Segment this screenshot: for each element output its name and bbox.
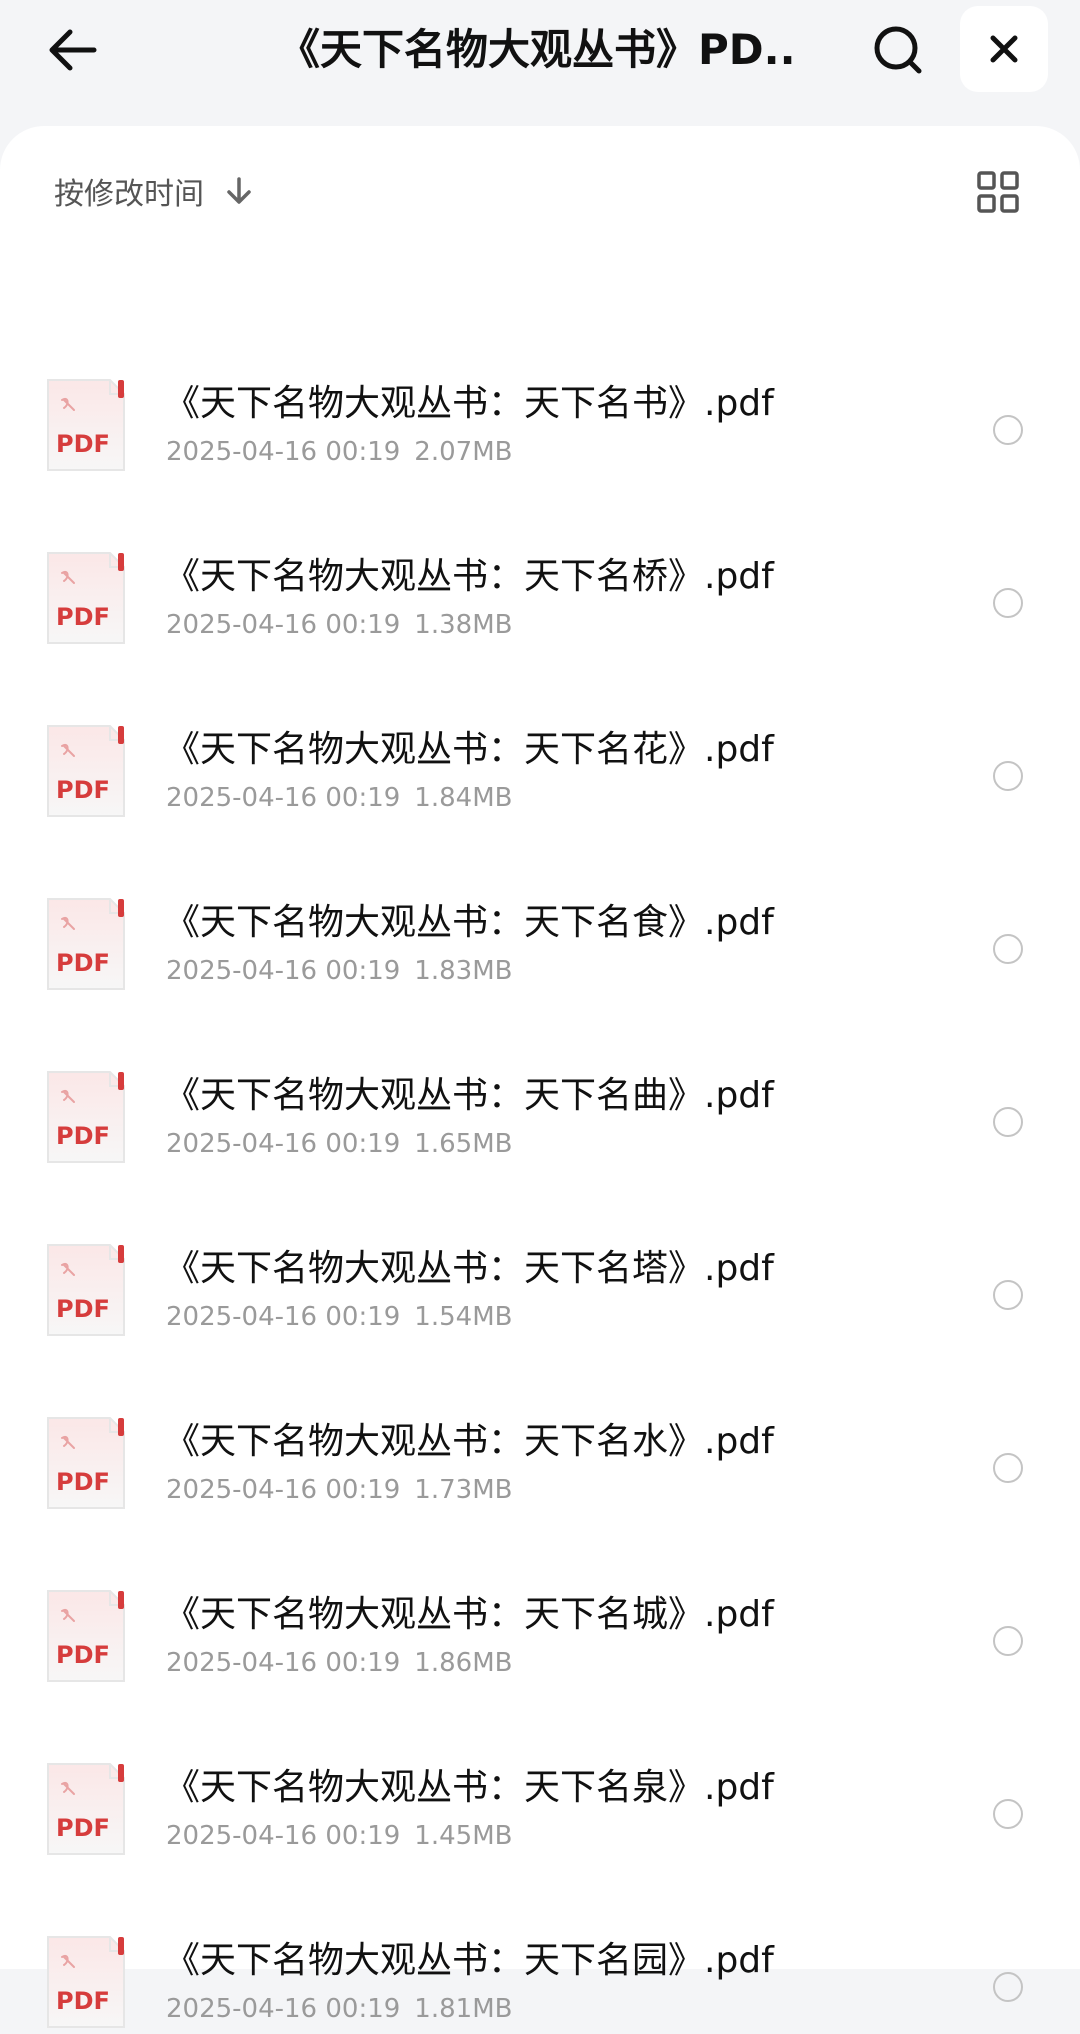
svg-text:PDF: PDF [56, 1987, 110, 2015]
file-size: 1.84MB [414, 783, 513, 813]
sort-label: 按修改时间 [54, 177, 204, 212]
file-date: 2025-04-16 00:19 [166, 1648, 401, 1678]
file-name: 《天下名物大观丛书：天下名城》.pdf [164, 1594, 774, 1635]
file-meta: 2025-04-16 00:19 1.73MB [166, 1473, 512, 1507]
select-radio[interactable] [993, 934, 1023, 964]
file-date: 2025-04-16 00:19 [166, 610, 401, 640]
file-size: 1.65MB [414, 1129, 513, 1159]
select-radio[interactable] [993, 1453, 1023, 1483]
grid-view-icon [977, 171, 1019, 213]
file-meta: 2025-04-16 00:19 1.84MB [166, 781, 512, 815]
select-radio[interactable] [993, 761, 1023, 791]
svg-text:PDF: PDF [56, 1468, 110, 1496]
file-meta: 2025-04-16 00:19 1.86MB [166, 1646, 512, 1680]
file-list-item[interactable]: PDF 《天下名物大观丛书：天下名曲》.pdf 2025-04-16 00:19… [0, 996, 1080, 1169]
file-name: 《天下名物大观丛书：天下名泉》.pdf [164, 1767, 774, 1808]
pdf-file-icon: PDF [47, 1244, 125, 1336]
file-date: 2025-04-16 00:19 [166, 956, 401, 986]
file-list-item[interactable]: PDF 《天下名物大观丛书：天下名水》.pdf 2025-04-16 00:19… [0, 1342, 1080, 1515]
file-meta: 2025-04-16 00:19 1.54MB [166, 1300, 512, 1334]
file-size: 2.07MB [414, 437, 513, 467]
file-name: 《天下名物大观丛书：天下名桥》.pdf [164, 556, 774, 597]
file-list: PDF 《天下名物大观丛书：天下名书》.pdf 2025-04-16 00:19… [0, 304, 1080, 2034]
select-radio[interactable] [993, 1280, 1023, 1310]
file-date: 2025-04-16 00:19 [166, 1302, 401, 1332]
file-size: 1.45MB [414, 1821, 513, 1851]
file-size: 1.83MB [414, 956, 513, 986]
file-list-panel: 按修改时间 PDF 《天下名物大观丛书：天下名书》.pdf 2025-04-16… [0, 126, 1080, 2028]
file-list-item[interactable]: PDF 《天下名物大观丛书：天下名书》.pdf 2025-04-16 00:19… [0, 304, 1080, 477]
file-date: 2025-04-16 00:19 [166, 437, 401, 467]
file-size: 1.73MB [414, 1475, 513, 1505]
select-radio[interactable] [993, 415, 1023, 445]
svg-text:PDF: PDF [56, 1641, 110, 1669]
file-meta: 2025-04-16 00:19 1.65MB [166, 1127, 512, 1161]
pdf-file-icon: PDF [47, 379, 125, 471]
file-name: 《天下名物大观丛书：天下名花》.pdf [164, 729, 774, 770]
file-list-item[interactable]: PDF 《天下名物大观丛书：天下名食》.pdf 2025-04-16 00:19… [0, 823, 1080, 996]
search-button[interactable] [866, 18, 930, 82]
file-meta: 2025-04-16 00:19 1.81MB [166, 1992, 512, 2026]
svg-text:PDF: PDF [56, 430, 110, 458]
file-date: 2025-04-16 00:19 [166, 1129, 401, 1159]
select-radio[interactable] [993, 1626, 1023, 1656]
file-name: 《天下名物大观丛书：天下名园》.pdf [164, 1940, 774, 1981]
search-icon [874, 26, 922, 74]
file-name: 《天下名物大观丛书：天下名水》.pdf [164, 1421, 774, 1462]
svg-text:PDF: PDF [56, 1814, 110, 1842]
pdf-file-icon: PDF [47, 725, 125, 817]
file-date: 2025-04-16 00:19 [166, 1994, 401, 2024]
grid-view-button[interactable] [970, 164, 1026, 220]
file-size: 1.81MB [414, 1994, 513, 2024]
select-radio[interactable] [993, 1799, 1023, 1829]
pdf-file-icon: PDF [47, 1936, 125, 2028]
file-name: 《天下名物大观丛书：天下名书》.pdf [164, 383, 774, 424]
file-date: 2025-04-16 00:19 [166, 783, 401, 813]
svg-text:PDF: PDF [56, 776, 110, 804]
arrow-down-icon [226, 176, 252, 206]
file-meta: 2025-04-16 00:19 1.83MB [166, 954, 512, 988]
file-list-item[interactable]: PDF 《天下名物大观丛书：天下名花》.pdf 2025-04-16 00:19… [0, 650, 1080, 823]
close-button[interactable] [960, 6, 1048, 92]
svg-text:PDF: PDF [56, 949, 110, 977]
file-name: 《天下名物大观丛书：天下名食》.pdf [164, 902, 774, 943]
file-date: 2025-04-16 00:19 [166, 1821, 401, 1851]
file-name: 《天下名物大观丛书：天下名曲》.pdf [164, 1075, 774, 1116]
file-size: 1.86MB [414, 1648, 513, 1678]
close-icon [990, 35, 1018, 63]
top-bar: 《天下名物大观丛书》PD... [0, 0, 1080, 126]
file-size: 1.38MB [414, 610, 513, 640]
file-list-item[interactable]: PDF 《天下名物大观丛书：天下名桥》.pdf 2025-04-16 00:19… [0, 477, 1080, 650]
file-list-item[interactable]: PDF 《天下名物大观丛书：天下名塔》.pdf 2025-04-16 00:19… [0, 1169, 1080, 1342]
pdf-file-icon: PDF [47, 1417, 125, 1509]
back-button[interactable] [40, 20, 104, 80]
svg-text:PDF: PDF [56, 1122, 110, 1150]
pdf-file-icon: PDF [47, 552, 125, 644]
pdf-file-icon: PDF [47, 1071, 125, 1163]
file-meta: 2025-04-16 00:19 1.38MB [166, 608, 512, 642]
page-title: 《天下名物大观丛书》PD... [278, 25, 798, 74]
svg-text:PDF: PDF [56, 603, 110, 631]
select-radio[interactable] [993, 588, 1023, 618]
file-list-item[interactable]: PDF 《天下名物大观丛书：天下名泉》.pdf 2025-04-16 00:19… [0, 1688, 1080, 1861]
select-radio[interactable] [993, 1972, 1023, 2002]
file-name: 《天下名物大观丛书：天下名塔》.pdf [164, 1248, 774, 1289]
pdf-file-icon: PDF [47, 1590, 125, 1682]
file-meta: 2025-04-16 00:19 2.07MB [166, 435, 512, 469]
file-meta: 2025-04-16 00:19 1.45MB [166, 1819, 512, 1853]
file-list-item[interactable]: PDF 《天下名物大观丛书：天下名城》.pdf 2025-04-16 00:19… [0, 1515, 1080, 1688]
select-radio[interactable] [993, 1107, 1023, 1137]
arrow-left-icon [49, 29, 97, 71]
file-list-item[interactable]: PDF 《天下名物大观丛书：天下名园》.pdf 2025-04-16 00:19… [0, 1861, 1080, 2034]
pdf-file-icon: PDF [47, 898, 125, 990]
file-date: 2025-04-16 00:19 [166, 1475, 401, 1505]
svg-text:PDF: PDF [56, 1295, 110, 1323]
pdf-file-icon: PDF [47, 1763, 125, 1855]
file-size: 1.54MB [414, 1302, 513, 1332]
sort-selector[interactable]: 按修改时间 [54, 166, 252, 216]
